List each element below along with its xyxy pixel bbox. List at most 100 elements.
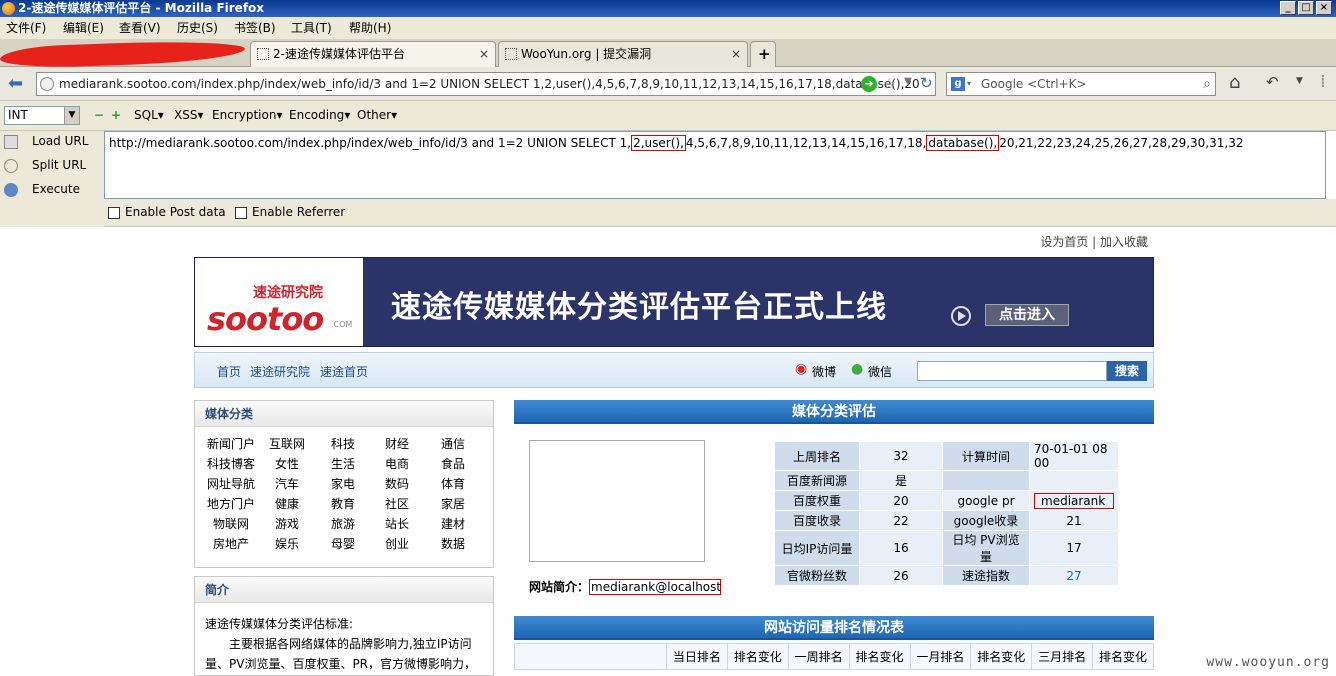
type-select[interactable]: INT ▼ (4, 106, 80, 125)
menu-bookmarks[interactable]: 书签(B) (234, 17, 276, 39)
menu-tools[interactable]: 工具(T) (291, 17, 332, 39)
category-link[interactable]: 房地产 (205, 535, 257, 552)
hackbar-options: Enable Post data Enable Referrer (104, 199, 1336, 227)
category-link[interactable]: 科技博客 (205, 455, 257, 472)
info-key: 上周排名 (775, 442, 859, 470)
nav-home[interactable]: 首页 (217, 363, 241, 380)
intro-panel: 简介 速途传媒媒体分类评估标准: 主要根据各网络媒体的品牌影响力,独立IP访问 … (194, 576, 494, 676)
category-link[interactable]: 站长 (371, 515, 423, 532)
tab-wooyun[interactable]: WooYun.org | 提交漏洞 × (498, 41, 748, 67)
menu-help[interactable]: 帮助(H) (349, 17, 391, 39)
minimize-button[interactable]: _ (1280, 1, 1296, 15)
category-link[interactable]: 数据 (427, 535, 479, 552)
category-link[interactable]: 女性 (261, 455, 313, 472)
home-icon[interactable]: ⌂ (1229, 72, 1240, 93)
menu-history[interactable]: 历史(S) (177, 17, 218, 39)
increase-icon[interactable]: + (111, 108, 121, 122)
category-panel: 媒体分类 新闻门户 互联网 科技 财经 通信 科技博客 女性 生活 电商 食品 网址导航 汽车 家电 数码… (194, 400, 494, 568)
site-search-input[interactable] (917, 361, 1107, 381)
close-tab-icon[interactable]: × (479, 42, 489, 66)
weixin-icon[interactable]: ● (851, 361, 863, 377)
maximize-button[interactable]: □ (1298, 1, 1314, 15)
split-url-button[interactable]: Split URL (4, 158, 86, 173)
site-identity-icon[interactable] (40, 77, 54, 91)
category-link[interactable]: 新闻门户 (205, 435, 257, 452)
search-bar[interactable]: g ▾ Google <Ctrl+K> ⌕ (946, 72, 1216, 96)
back-arrow-icon[interactable]: ⬅ (8, 73, 23, 94)
category-link[interactable]: 娱乐 (261, 535, 313, 552)
new-tab-button[interactable]: + (750, 41, 776, 67)
execute-button[interactable]: Execute (4, 182, 80, 197)
search-icon[interactable]: ⌕ (1203, 73, 1211, 95)
info-key: 百度权重 (775, 491, 859, 510)
enter-button[interactable]: 点击进入 (985, 304, 1069, 326)
top-links[interactable]: 设为首页 | 加入收藏 (1040, 233, 1148, 250)
google-icon[interactable]: g (951, 77, 965, 91)
weibo-icon[interactable]: ◉ (795, 361, 807, 377)
reload-icon[interactable]: ↻ (920, 74, 933, 92)
logo-wordmark: sootoo (207, 300, 324, 338)
category-link[interactable]: 家电 (317, 475, 369, 492)
url-bar[interactable]: mediarank.sootoo.com/index.php/index/web… (36, 72, 936, 96)
category-link[interactable]: 教育 (317, 495, 369, 512)
category-link[interactable]: 物联网 (205, 515, 257, 532)
nav-sootoo-home[interactable]: 速途首页 (320, 363, 368, 380)
history-dropdown-icon[interactable]: ▼ (904, 76, 912, 87)
chevron-down-icon[interactable]: ▾ (967, 73, 971, 95)
category-link[interactable]: 游戏 (261, 515, 313, 532)
close-tab-icon[interactable]: × (731, 42, 741, 66)
category-link[interactable]: 建材 (427, 515, 479, 532)
category-link[interactable]: 生活 (317, 455, 369, 472)
menu-file[interactable]: 文件(F) (6, 17, 46, 39)
category-link[interactable]: 电商 (371, 455, 423, 472)
category-link[interactable]: 母婴 (317, 535, 369, 552)
menu-view[interactable]: 查看(V) (119, 17, 161, 39)
category-link[interactable]: 社区 (371, 495, 423, 512)
info-value: 16 (860, 531, 942, 565)
menu-encoding[interactable]: Encoding▾ (289, 108, 350, 122)
category-link[interactable]: 科技 (317, 435, 369, 452)
bookmark-star-icon[interactable]: ☆ (882, 74, 896, 93)
menu-xss[interactable]: XSS▾ (174, 108, 204, 122)
menu-sql[interactable]: SQL▾ (134, 108, 164, 122)
category-link[interactable]: 网址导航 (205, 475, 257, 492)
category-link[interactable]: 数码 (371, 475, 423, 492)
back-history-icon[interactable]: ↶ (1266, 73, 1279, 91)
category-link[interactable]: 互联网 (261, 435, 313, 452)
play-icon[interactable] (951, 306, 971, 326)
weibo-link[interactable]: 微博 (812, 363, 836, 380)
category-link[interactable]: 家居 (427, 495, 479, 512)
menu-encryption[interactable]: Encryption▾ (212, 108, 282, 122)
decrease-icon[interactable]: − (94, 108, 104, 122)
banner-slogan: 速途传媒媒体分类评估平台正式上线 (391, 290, 887, 325)
go-arrow-icon[interactable]: ➜ (861, 76, 877, 92)
category-link[interactable]: 健康 (261, 495, 313, 512)
site-banner[interactable]: 速途研究院 sootoo .COM 速途传媒媒体分类评估平台正式上线 点击进入 (194, 257, 1154, 347)
execute-label: Execute (32, 182, 80, 196)
load-url-button[interactable]: Load URL (4, 134, 88, 149)
category-link[interactable]: 创业 (371, 535, 423, 552)
category-link[interactable]: 食品 (427, 455, 479, 472)
menu-other[interactable]: Other▾ (357, 108, 397, 122)
chevron-down-icon[interactable]: ▼ (1296, 76, 1303, 86)
enable-referrer-checkbox[interactable]: Enable Referrer (235, 205, 345, 219)
site-search-button[interactable]: 搜索 (1107, 361, 1147, 381)
close-button[interactable]: × (1316, 1, 1332, 15)
enable-post-checkbox[interactable]: Enable Post data (108, 205, 226, 219)
category-link[interactable]: 汽车 (261, 475, 313, 492)
category-link[interactable]: 财经 (371, 435, 423, 452)
info-key: 官微粉丝数 (775, 566, 859, 585)
category-link[interactable]: 体育 (427, 475, 479, 492)
web-page: 设为首页 | 加入收藏 速途研究院 sootoo .COM 速途传媒媒体分类评估… (0, 227, 1336, 676)
rank-header: 排名变化 (970, 643, 1033, 670)
weixin-link[interactable]: 微信 (868, 363, 892, 380)
menu-edit[interactable]: 编辑(E) (63, 17, 104, 39)
nav-institute[interactable]: 速途研究院 (250, 363, 310, 380)
category-link[interactable]: 地方门户 (205, 495, 257, 512)
info-value: 是 (860, 471, 942, 490)
category-link[interactable]: 通信 (427, 435, 479, 452)
category-link[interactable]: 旅游 (317, 515, 369, 532)
table-row: 上周排名 32 计算时间 70-01-01 08 00 (775, 442, 1118, 470)
tab-sootoo[interactable]: 2-速途传媒媒体评估平台 × (250, 41, 496, 67)
hackbar-url-textarea[interactable]: http://mediarank.sootoo.com/index.php/in… (104, 131, 1326, 199)
